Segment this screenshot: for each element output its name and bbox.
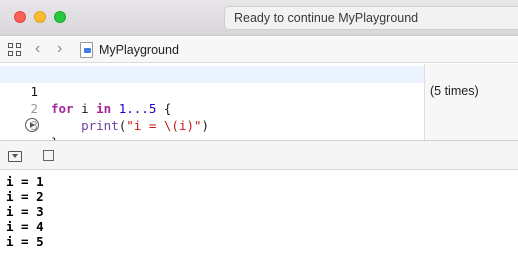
indent-token	[51, 118, 81, 133]
code-line[interactable]: 1 for i in 1...5 {	[0, 66, 424, 116]
stop-square-icon[interactable]	[43, 150, 54, 161]
code-line[interactable]: 2 print("i = \(i)")	[0, 83, 424, 133]
related-items-grid-icon[interactable]	[8, 43, 22, 57]
results-sidebar: (5 times)	[424, 64, 518, 140]
zoom-window-button[interactable]	[54, 11, 66, 23]
back-chevron-icon[interactable]: ‹	[35, 40, 40, 58]
code-line[interactable]: 3 }	[0, 100, 424, 150]
console-line: i = 4	[6, 219, 44, 234]
console-line: i = 5	[6, 234, 44, 249]
jump-bar: ‹ › MyPlayground	[0, 37, 518, 63]
minimize-window-button[interactable]	[34, 11, 46, 23]
console-line: i = 2	[6, 189, 44, 204]
result-value[interactable]: (5 times)	[430, 84, 479, 98]
debug-bar	[0, 140, 518, 170]
playground-file-icon	[80, 42, 93, 58]
console-output[interactable]: i = 1 i = 2 i = 3 i = 4 i = 5	[0, 170, 518, 266]
activity-status: Ready to continue MyPlayground	[224, 6, 518, 30]
window-titlebar: Ready to continue MyPlayground	[0, 0, 518, 36]
code-text: print("i = \(i)")	[51, 117, 209, 134]
hide-debug-area-icon[interactable]	[8, 151, 22, 162]
breadcrumb-file-name[interactable]: MyPlayground	[99, 43, 179, 57]
forward-chevron-icon[interactable]: ›	[57, 40, 62, 58]
console-line: i = 1	[6, 174, 44, 189]
string-token: "i = \(i)"	[126, 118, 202, 133]
run-playground-button[interactable]	[25, 118, 39, 132]
close-window-button[interactable]	[14, 11, 26, 23]
console-line: i = 3	[6, 204, 44, 219]
function-token: print	[81, 118, 119, 133]
paren-token: )	[201, 118, 210, 133]
